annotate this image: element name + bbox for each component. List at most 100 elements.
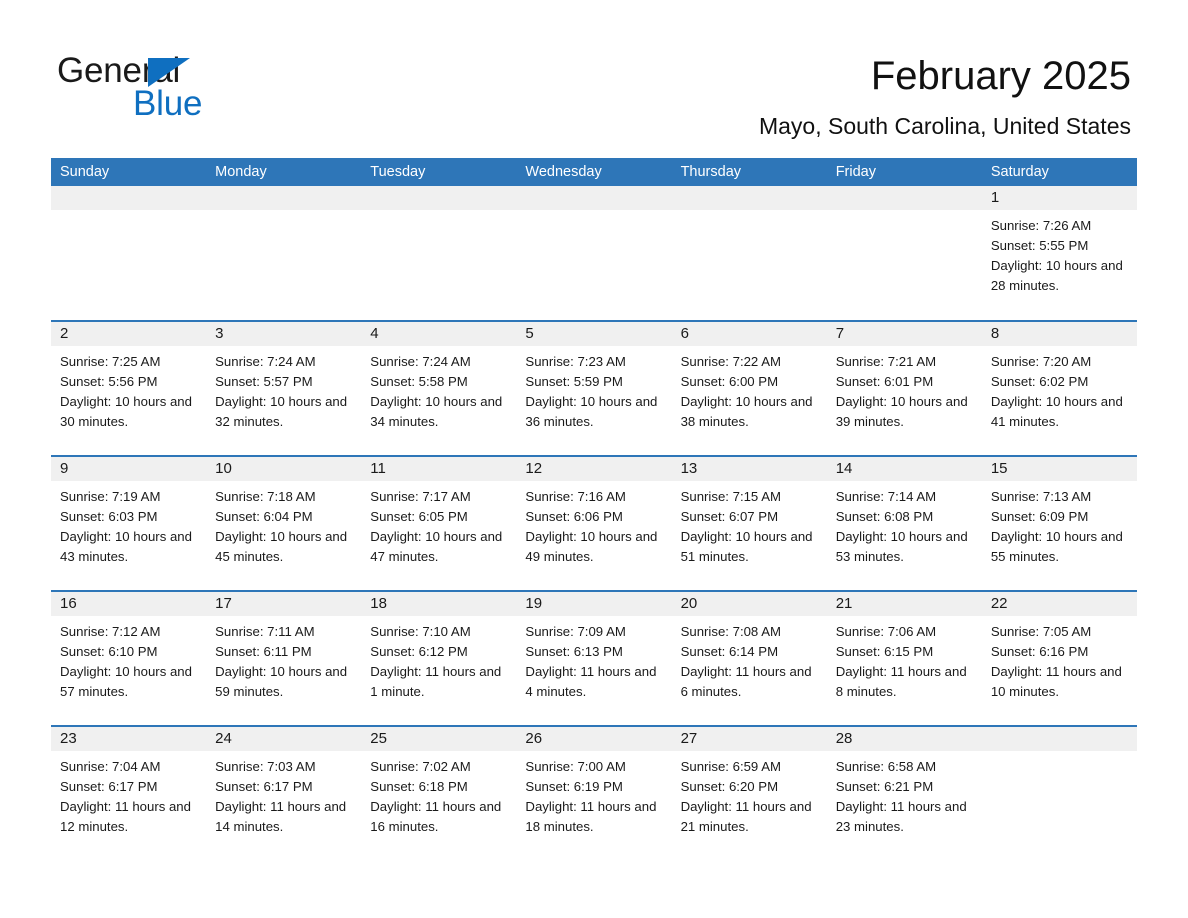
- day-cell[interactable]: 13 Sunrise: 7:15 AM Sunset: 6:07 PM Dayl…: [671, 457, 827, 590]
- daylight-text: Daylight: 10 hours and 36 minutes.: [525, 394, 658, 429]
- sunset-text: Sunset: 6:03 PM: [60, 509, 158, 524]
- day-info: [516, 210, 671, 216]
- day-cell[interactable]: [51, 186, 207, 320]
- logo-triangle-icon: [148, 58, 190, 87]
- day-cell[interactable]: 11 Sunrise: 7:17 AM Sunset: 6:05 PM Dayl…: [361, 457, 517, 590]
- weekday-header-row: Sunday Monday Tuesday Wednesday Thursday…: [51, 158, 1137, 186]
- day-cell[interactable]: 4 Sunrise: 7:24 AM Sunset: 5:58 PM Dayli…: [361, 322, 517, 455]
- day-number: 10: [206, 457, 362, 481]
- day-cell[interactable]: 19 Sunrise: 7:09 AM Sunset: 6:13 PM Dayl…: [516, 592, 672, 725]
- daylight-text: Daylight: 10 hours and 57 minutes.: [60, 664, 192, 699]
- day-cell[interactable]: [516, 186, 672, 320]
- day-cell[interactable]: [826, 186, 982, 320]
- day-info: [206, 210, 361, 216]
- sunset-text: Sunset: 6:00 PM: [680, 374, 779, 389]
- day-cell[interactable]: 20 Sunrise: 7:08 AM Sunset: 6:14 PM Dayl…: [671, 592, 827, 725]
- day-cell[interactable]: 16 Sunrise: 7:12 AM Sunset: 6:10 PM Dayl…: [51, 592, 207, 725]
- sunset-text: Sunset: 6:05 PM: [370, 509, 468, 524]
- sunrise-text: Sunrise: 6:59 AM: [680, 759, 781, 774]
- day-info: Sunrise: 7:10 AM Sunset: 6:12 PM Dayligh…: [361, 616, 516, 702]
- sunrise-text: Sunrise: 7:17 AM: [370, 489, 471, 504]
- day-info: Sunrise: 7:15 AM Sunset: 6:07 PM Dayligh…: [672, 481, 827, 567]
- sunset-text: Sunset: 6:13 PM: [525, 644, 623, 659]
- day-cell[interactable]: 22 Sunrise: 7:05 AM Sunset: 6:16 PM Dayl…: [981, 592, 1137, 725]
- day-cell[interactable]: 17 Sunrise: 7:11 AM Sunset: 6:11 PM Dayl…: [206, 592, 362, 725]
- day-cell[interactable]: 24 Sunrise: 7:03 AM Sunset: 6:17 PM Dayl…: [206, 727, 362, 860]
- daylight-text: Daylight: 10 hours and 53 minutes.: [835, 529, 968, 564]
- day-cell[interactable]: 10 Sunrise: 7:18 AM Sunset: 6:04 PM Dayl…: [206, 457, 362, 590]
- day-info: Sunrise: 7:24 AM Sunset: 5:58 PM Dayligh…: [361, 346, 516, 432]
- daylight-text: Daylight: 11 hours and 14 minutes.: [215, 799, 347, 834]
- day-number: 9: [51, 457, 207, 481]
- day-cell[interactable]: 21 Sunrise: 7:06 AM Sunset: 6:15 PM Dayl…: [826, 592, 982, 725]
- day-number: 4: [361, 322, 517, 346]
- day-cell[interactable]: 12 Sunrise: 7:16 AM Sunset: 6:06 PM Dayl…: [516, 457, 672, 590]
- day-number: [671, 186, 827, 210]
- daylight-text: Daylight: 10 hours and 28 minutes.: [990, 258, 1123, 293]
- day-cell[interactable]: [361, 186, 517, 320]
- day-number: [51, 186, 207, 210]
- day-cell[interactable]: 2 Sunrise: 7:25 AM Sunset: 5:56 PM Dayli…: [51, 322, 207, 455]
- day-info: Sunrise: 7:24 AM Sunset: 5:57 PM Dayligh…: [206, 346, 361, 432]
- day-number: 17: [206, 592, 362, 616]
- sunset-text: Sunset: 5:57 PM: [215, 374, 313, 389]
- day-cell[interactable]: 5 Sunrise: 7:23 AM Sunset: 5:59 PM Dayli…: [516, 322, 672, 455]
- day-cell[interactable]: 23 Sunrise: 7:04 AM Sunset: 6:17 PM Dayl…: [51, 727, 207, 860]
- day-number: 24: [206, 727, 362, 751]
- day-number: 28: [826, 727, 982, 751]
- day-number: 6: [671, 322, 827, 346]
- day-number: [516, 186, 672, 210]
- day-cell[interactable]: 25 Sunrise: 7:02 AM Sunset: 6:18 PM Dayl…: [361, 727, 517, 860]
- day-info: [672, 210, 827, 216]
- day-cell[interactable]: 6 Sunrise: 7:22 AM Sunset: 6:00 PM Dayli…: [671, 322, 827, 455]
- sunrise-text: Sunrise: 7:18 AM: [215, 489, 316, 504]
- day-cell[interactable]: 3 Sunrise: 7:24 AM Sunset: 5:57 PM Dayli…: [206, 322, 362, 455]
- day-cell[interactable]: [671, 186, 827, 320]
- day-number: [206, 186, 362, 210]
- day-cell[interactable]: 28 Sunrise: 6:58 AM Sunset: 6:21 PM Dayl…: [826, 727, 982, 860]
- day-info: Sunrise: 7:02 AM Sunset: 6:18 PM Dayligh…: [361, 751, 516, 837]
- week-row: 2 Sunrise: 7:25 AM Sunset: 5:56 PM Dayli…: [51, 320, 1137, 455]
- sunset-text: Sunset: 5:56 PM: [60, 374, 158, 389]
- day-number: 20: [671, 592, 827, 616]
- daylight-text: Daylight: 11 hours and 6 minutes.: [680, 664, 812, 699]
- day-number: 22: [981, 592, 1137, 616]
- day-cell[interactable]: 18 Sunrise: 7:10 AM Sunset: 6:12 PM Dayl…: [361, 592, 517, 725]
- sunrise-text: Sunrise: 7:03 AM: [215, 759, 316, 774]
- generalblue-logo[interactable]: General Blue: [57, 52, 317, 126]
- day-number: 15: [981, 457, 1137, 481]
- day-cell[interactable]: 8 Sunrise: 7:20 AM Sunset: 6:02 PM Dayli…: [981, 322, 1137, 455]
- day-cell[interactable]: [981, 727, 1137, 860]
- sunrise-text: Sunrise: 7:23 AM: [525, 354, 626, 369]
- day-info: Sunrise: 7:08 AM Sunset: 6:14 PM Dayligh…: [672, 616, 827, 702]
- daylight-text: Daylight: 10 hours and 49 minutes.: [525, 529, 658, 564]
- day-info: Sunrise: 7:26 AM Sunset: 5:55 PM Dayligh…: [982, 210, 1137, 296]
- sunset-text: Sunset: 6:17 PM: [60, 779, 158, 794]
- day-info: Sunrise: 7:21 AM Sunset: 6:01 PM Dayligh…: [827, 346, 982, 432]
- day-info: Sunrise: 7:18 AM Sunset: 6:04 PM Dayligh…: [206, 481, 361, 567]
- day-cell[interactable]: 1 Sunrise: 7:26 AM Sunset: 5:55 PM Dayli…: [981, 186, 1137, 320]
- sunrise-text: Sunrise: 7:09 AM: [525, 624, 626, 639]
- day-cell[interactable]: [206, 186, 362, 320]
- day-cell[interactable]: 15 Sunrise: 7:13 AM Sunset: 6:09 PM Dayl…: [981, 457, 1137, 590]
- day-number: 19: [516, 592, 672, 616]
- sunset-text: Sunset: 6:20 PM: [680, 779, 779, 794]
- sunset-text: Sunset: 6:21 PM: [835, 779, 934, 794]
- weekday-header-monday: Monday: [215, 164, 267, 180]
- weekday-header-wednesday: Wednesday: [525, 164, 602, 180]
- day-cell[interactable]: 27 Sunrise: 6:59 AM Sunset: 6:20 PM Dayl…: [671, 727, 827, 860]
- day-info: Sunrise: 7:16 AM Sunset: 6:06 PM Dayligh…: [516, 481, 671, 567]
- daylight-text: Daylight: 11 hours and 1 minute.: [370, 664, 502, 699]
- sunrise-text: Sunrise: 7:06 AM: [835, 624, 937, 639]
- daylight-text: Daylight: 10 hours and 55 minutes.: [990, 529, 1123, 564]
- week-row: 23 Sunrise: 7:04 AM Sunset: 6:17 PM Dayl…: [51, 725, 1137, 860]
- sunrise-text: Sunrise: 7:24 AM: [215, 354, 316, 369]
- day-cell[interactable]: 26 Sunrise: 7:00 AM Sunset: 6:19 PM Dayl…: [516, 727, 672, 860]
- page-subtitle: Mayo, South Carolina, United States: [758, 113, 1131, 139]
- sunrise-text: Sunrise: 7:26 AM: [990, 218, 1092, 233]
- day-cell[interactable]: 7 Sunrise: 7:21 AM Sunset: 6:01 PM Dayli…: [826, 322, 982, 455]
- daylight-text: Daylight: 10 hours and 34 minutes.: [370, 394, 503, 429]
- day-number: 7: [826, 322, 982, 346]
- day-cell[interactable]: 14 Sunrise: 7:14 AM Sunset: 6:08 PM Dayl…: [826, 457, 982, 590]
- day-cell[interactable]: 9 Sunrise: 7:19 AM Sunset: 6:03 PM Dayli…: [51, 457, 207, 590]
